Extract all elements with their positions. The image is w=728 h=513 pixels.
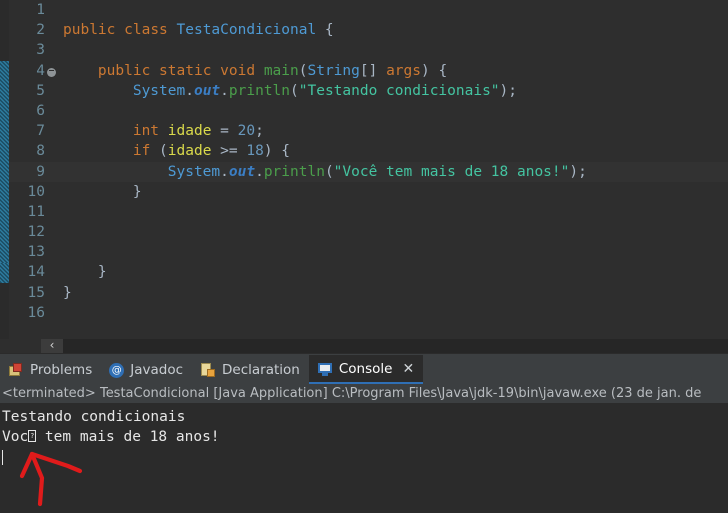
line-number-11: 11 [27, 203, 45, 220]
scrollbar-track[interactable] [41, 339, 728, 353]
line-number-6: 6 [36, 102, 45, 119]
problems-icon [8, 362, 24, 378]
code-text: int idade = 20; [132, 123, 264, 140]
code-line-2[interactable]: 2 public class TestaCondicional { [9, 20, 728, 40]
code-editor[interactable]: 1 2 public class TestaCondicional {3 4 publ… [0, 0, 728, 353]
fold-range-marker [0, 60, 9, 267]
line-number-14: 14 [27, 264, 45, 281]
line-number-2: 2 [36, 22, 45, 39]
line-number-15: 15 [27, 284, 45, 301]
close-icon[interactable]: ✕ [402, 362, 414, 376]
fold-range-marker [0, 262, 9, 283]
tab-javadoc[interactable]: @ Javadoc [101, 355, 192, 385]
code-lines-container[interactable]: 1 2 public class TestaCondicional {3 4 publ… [9, 0, 728, 340]
line-number-3: 3 [36, 42, 45, 59]
tab-problems[interactable]: Problems [0, 355, 101, 385]
console-process-header: <terminated> TestaCondicional [Java Appl… [0, 384, 728, 404]
line-number-8: 8 [36, 143, 45, 160]
line-number-10: 10 [27, 183, 45, 200]
line-number-12: 12 [27, 224, 45, 241]
tab-console[interactable]: Console ✕ [308, 355, 424, 385]
line-number-7: 7 [36, 123, 45, 140]
code-line-9[interactable]: 9 System.out.println("Você tem mais de 1… [9, 161, 728, 182]
code-line-15[interactable]: 15} [9, 283, 728, 303]
line-number-4: 4 [36, 62, 45, 79]
code-text: } [63, 264, 107, 281]
console-output-line-2-suffix: tem mais de 18 anos! [36, 429, 220, 445]
javadoc-icon: @ [109, 362, 125, 378]
code-line-8[interactable]: 8 if (idade >= 18) { [9, 141, 728, 161]
editor-bottom-gutter-pad [0, 339, 41, 353]
code-line-1[interactable]: 1 [9, 0, 728, 20]
code-text: if (idade >= 18) { [132, 143, 291, 160]
scroll-left-chevron-icon[interactable]: ‹ [41, 339, 63, 353]
code-text: System.out.println("Testando condicionai… [132, 82, 518, 99]
code-text: public class TestaCondicional { [63, 22, 334, 39]
code-line-13[interactable]: 13 [9, 242, 728, 262]
code-line-4[interactable]: 4 public static void main(String[] args)… [9, 61, 728, 81]
code-text: } [63, 284, 72, 301]
code-line-3[interactable]: 3 [9, 40, 728, 60]
tab-declaration[interactable]: Declaration [192, 355, 309, 385]
code-line-5[interactable]: 5 System.out.println("Testando condicion… [9, 81, 728, 101]
console-text-caret [2, 450, 3, 465]
code-line-6[interactable]: 6 [9, 101, 728, 121]
line-number-16: 16 [27, 304, 45, 321]
code-line-16[interactable]: 16 [9, 303, 728, 323]
console-output-line-1: Testando condicionais [2, 409, 186, 425]
declaration-icon [200, 362, 216, 378]
fold-collapse-icon[interactable] [45, 61, 58, 81]
editor-horizontal-scrollbar[interactable]: ‹ [41, 339, 728, 353]
code-line-10[interactable]: 10 } [9, 182, 728, 202]
console-view[interactable]: <terminated> TestaCondicional [Java Appl… [0, 384, 728, 513]
console-output[interactable]: Testando condicionais Voc? tem mais de 18… [0, 405, 728, 513]
tab-label: Javadoc [130, 362, 184, 378]
tab-label: Console [338, 360, 393, 377]
line-number-1: 1 [36, 2, 45, 18]
line-number-5: 5 [36, 82, 45, 99]
code-line-7[interactable]: 7 int idade = 20; [9, 121, 728, 141]
code-line-12[interactable]: 12 [9, 222, 728, 242]
tab-label: Problems [30, 362, 93, 378]
corrupted-character-glyph: ? [28, 430, 37, 442]
console-icon [317, 361, 333, 377]
code-line-14[interactable]: 14 } [9, 262, 728, 282]
eclipse-ide-window: 1 2 public class TestaCondicional {3 4 publ… [0, 0, 728, 513]
line-number-13: 13 [27, 244, 45, 261]
folding-change-strip[interactable] [0, 0, 9, 353]
console-output-line-2-prefix: Voc [2, 429, 29, 445]
code-text: public static void main(String[] args) { [97, 62, 448, 79]
code-text: } [63, 183, 142, 200]
code-line-11[interactable]: 11 [9, 202, 728, 222]
line-number-9: 9 [36, 163, 45, 180]
code-text: System.out.println("Você tem mais de 18 … [167, 163, 587, 180]
bottom-view-tabbar[interactable]: Problems @ Javadoc Declaration Console ✕ [0, 353, 728, 385]
tab-label: Declaration [222, 362, 300, 378]
